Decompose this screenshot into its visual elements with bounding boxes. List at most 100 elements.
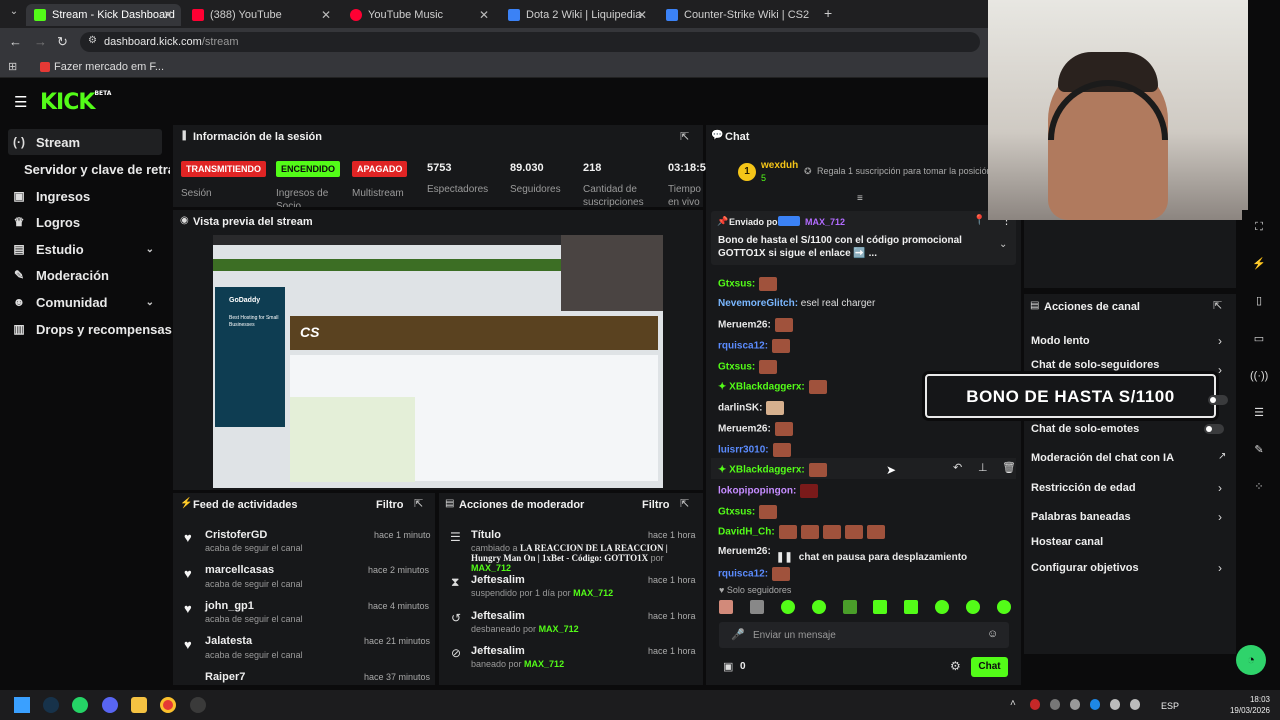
- sidebar-item-ingresos[interactable]: ▣ Ingresos: [12, 184, 90, 208]
- mod-filter-button[interactable]: Filtro: [642, 499, 670, 511]
- chat-username[interactable]: NevemoreGlitch:: [718, 298, 798, 309]
- pinned-message[interactable]: 📌 Enviado por MAX_712 📍 ⋮ Bono de hasta …: [711, 211, 1016, 265]
- emote-icon[interactable]: [966, 600, 980, 614]
- stream-preview-video[interactable]: GoDaddy Best Hosting for Small Businesse…: [213, 235, 663, 488]
- tab-dota-wiki[interactable]: Dota 2 Wiki | Liquipedia ✕: [500, 4, 655, 26]
- chat-message[interactable]: rquisca12:: [718, 339, 791, 353]
- url-field[interactable]: ⚙ dashboard.kick.com/stream: [80, 32, 980, 52]
- tray-chevron-icon[interactable]: ˄: [1010, 698, 1016, 709]
- tray-app-icon[interactable]: [1070, 699, 1080, 710]
- feed-item-name[interactable]: Raiper7: [205, 671, 245, 683]
- tray-app-icon[interactable]: [1110, 699, 1120, 710]
- points-icon[interactable]: ▣: [723, 660, 733, 673]
- gift-sub-prompt[interactable]: Regala 1 suscripción para tomar la posic…: [817, 166, 989, 176]
- mod-item-name[interactable]: Jeftesalim: [471, 610, 525, 622]
- chat-bubble-icon[interactable]: ▭: [1250, 330, 1268, 348]
- feed-item-name[interactable]: marcellcasas: [205, 564, 274, 576]
- new-tab-icon[interactable]: +: [824, 5, 832, 21]
- menu-icon[interactable]: ☰: [14, 93, 27, 111]
- file-explorer-icon[interactable]: [131, 697, 147, 713]
- support-button[interactable]: ◔: [1236, 645, 1266, 675]
- list-icon[interactable]: ☰: [1250, 404, 1268, 422]
- chat-message[interactable]: Gtxsus:: [718, 505, 778, 519]
- chat-send-button[interactable]: Chat: [971, 657, 1008, 677]
- tray-app-icon[interactable]: [1030, 699, 1040, 710]
- mod-by-link[interactable]: MAX_712: [573, 588, 613, 598]
- chat-username[interactable]: Gtxsus:: [718, 279, 755, 290]
- broadcast-icon[interactable]: ((·)): [1250, 367, 1268, 385]
- chat-username[interactable]: rquisca12:: [718, 341, 768, 352]
- sidebar-item-server-key[interactable]: Servidor y clave de retransm: [24, 157, 170, 181]
- emote-icon[interactable]: [811, 600, 826, 614]
- tab-list-icon[interactable]: ⌄: [6, 6, 22, 22]
- chat-username[interactable]: Gtxsus:: [718, 507, 755, 518]
- mod-by-link[interactable]: MAX_712: [524, 659, 564, 669]
- chat-username[interactable]: rquisca12:: [718, 569, 768, 580]
- top-gifter-name[interactable]: wexduh: [761, 160, 798, 171]
- sidebar-item-moderacion[interactable]: ✎ Moderación: [12, 263, 109, 287]
- pin-action-icon[interactable]: 📍: [973, 215, 985, 226]
- tray-app-icon[interactable]: [1130, 699, 1140, 710]
- chat-message[interactable]: DavidH_Ch:: [718, 525, 885, 539]
- chat-message[interactable]: ✦ XBlackdaggerx:: [718, 463, 827, 477]
- reload-icon[interactable]: ↻: [57, 34, 68, 50]
- emote-icon[interactable]: [904, 600, 919, 614]
- popout-icon[interactable]: ⇱: [1213, 299, 1222, 312]
- chevron-right-icon[interactable]: ›: [1218, 363, 1222, 377]
- chat-input[interactable]: 🎤 Enviar un mensaje ☺: [719, 622, 1009, 648]
- chat-username[interactable]: Gtxsus:: [718, 362, 755, 373]
- tab-youtube-music[interactable]: YouTube Music ✕: [342, 4, 497, 26]
- mod-by-link[interactable]: MAX_712: [539, 624, 579, 634]
- emoji-icon[interactable]: ☺: [987, 628, 998, 640]
- chevron-down-icon[interactable]: ⌄: [999, 239, 1007, 250]
- clock[interactable]: 18:03 19/03/2026: [1220, 694, 1270, 716]
- tab-kick-dashboard[interactable]: Stream - Kick Dashboard ✕: [26, 4, 181, 26]
- feed-filter-button[interactable]: Filtro: [376, 499, 404, 511]
- tab-youtube[interactable]: (388) YouTube ✕: [184, 4, 339, 26]
- chat-message[interactable]: rquisca12:: [718, 567, 791, 581]
- steam-icon[interactable]: [43, 697, 59, 713]
- back-icon[interactable]: ←: [9, 34, 22, 49]
- action-age-restriction[interactable]: Restricción de edad: [1031, 482, 1136, 494]
- pin-message-icon[interactable]: ⊥: [978, 461, 988, 474]
- fullscreen-icon[interactable]: ⛶: [1250, 218, 1268, 236]
- toggle-emote-only[interactable]: [1204, 424, 1224, 434]
- reply-icon[interactable]: ↶: [953, 461, 962, 474]
- kick-logo[interactable]: KICKBETA: [40, 90, 111, 115]
- chat-username[interactable]: Meruem26:: [718, 320, 771, 331]
- emote-icon[interactable]: [873, 600, 888, 614]
- chevron-right-icon[interactable]: ›: [1218, 561, 1222, 575]
- popout-icon[interactable]: ⇱: [680, 130, 689, 143]
- chevron-right-icon[interactable]: ›: [1218, 481, 1222, 495]
- windows-start-icon[interactable]: [14, 697, 30, 713]
- action-banned-words[interactable]: Palabras baneadas: [1031, 511, 1131, 523]
- tray-app-icon[interactable]: [1090, 699, 1100, 710]
- chrome-icon[interactable]: [160, 697, 176, 713]
- tray-app-icon[interactable]: [1050, 699, 1060, 710]
- language-indicator[interactable]: ESP: [1161, 701, 1179, 711]
- chat-username[interactable]: XBlackdaggerx:: [729, 465, 805, 476]
- action-host-channel[interactable]: Hostear canal: [1031, 536, 1103, 548]
- mod-item-name[interactable]: Jeftesalim: [471, 645, 525, 657]
- chevron-right-icon[interactable]: ›: [1218, 510, 1222, 524]
- action-emote-only[interactable]: Chat de solo-emotes: [1031, 423, 1139, 435]
- document-icon[interactable]: ▯: [1250, 292, 1268, 310]
- action-followers-only[interactable]: Chat de solo-seguidores: [1031, 359, 1159, 371]
- toggle-switch[interactable]: [1208, 395, 1228, 405]
- wrench-icon[interactable]: ✎: [1250, 441, 1268, 459]
- chat-paused-notice[interactable]: ❚❚ chat en pausa para desplazamiento: [770, 549, 974, 565]
- apps-icon[interactable]: ⊞: [8, 60, 17, 73]
- emote-icon[interactable]: [935, 600, 950, 614]
- obs-icon[interactable]: [190, 697, 206, 713]
- sidebar-item-drops[interactable]: ▥ Drops y recompensas: [12, 317, 172, 341]
- delete-icon[interactable]: 🗑: [1002, 461, 1016, 474]
- chat-message[interactable]: darlinSK:: [718, 401, 785, 415]
- chat-username[interactable]: DavidH_Ch:: [718, 527, 775, 538]
- pinned-by-user[interactable]: MAX_712: [805, 217, 845, 227]
- chat-settings-icon[interactable]: ⚙: [950, 659, 961, 673]
- chat-message[interactable]: luisrr3010:: [718, 443, 791, 457]
- whatsapp-icon[interactable]: [72, 697, 88, 713]
- emote-icon[interactable]: [996, 600, 1011, 614]
- site-info-icon[interactable]: ⚙: [88, 35, 97, 46]
- chat-message[interactable]: Meruem26:: [718, 422, 793, 436]
